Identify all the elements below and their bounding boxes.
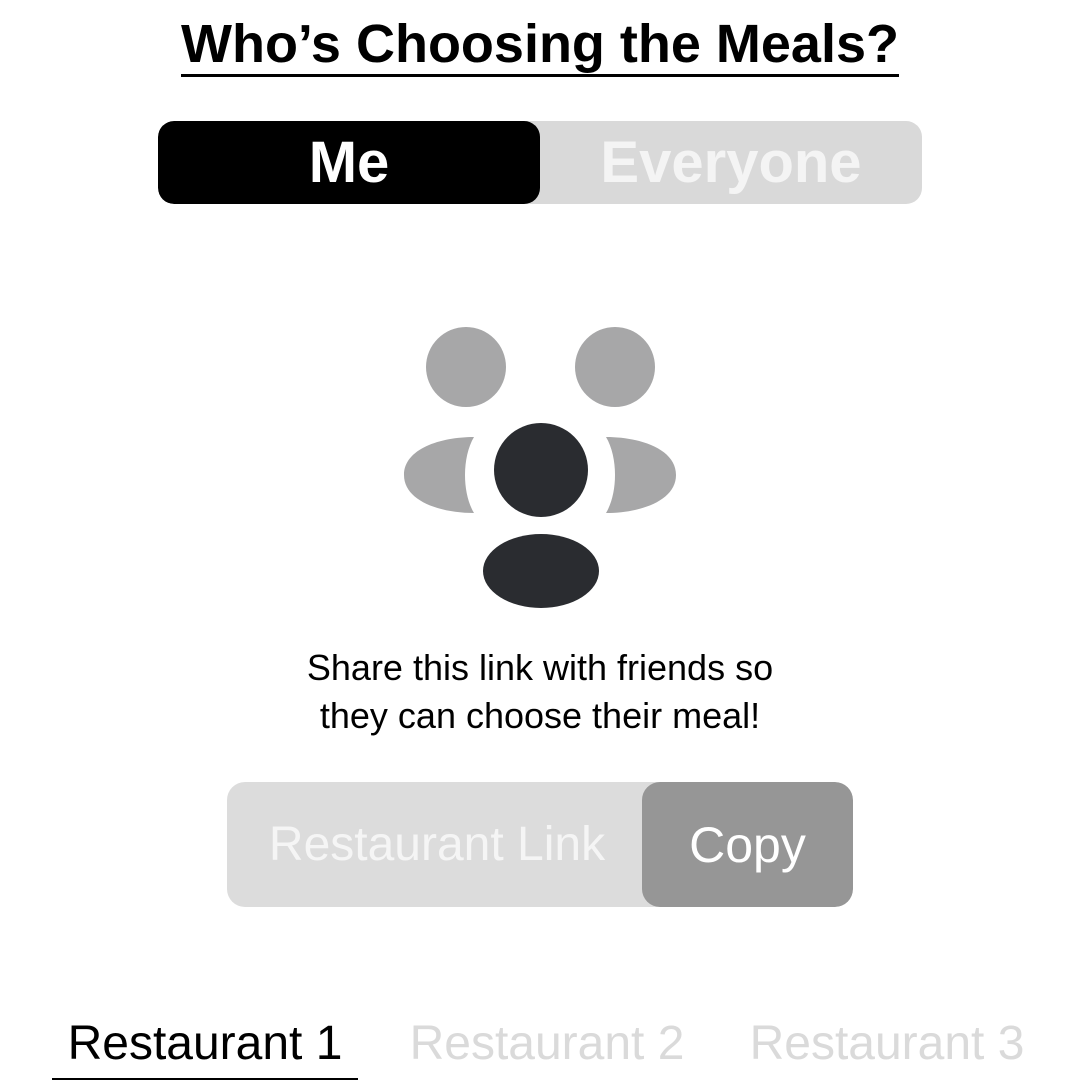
restaurant-tabs: Restaurant 1 Restaurant 2 Restaurant 3 bbox=[0, 1010, 1080, 1080]
chooser-option-everyone[interactable]: Everyone bbox=[540, 121, 922, 204]
left-side-body bbox=[404, 437, 474, 513]
share-message-line-1: Share this link with friends so bbox=[306, 647, 774, 688]
tab-restaurant-2[interactable]: Restaurant 2 bbox=[402, 1010, 692, 1078]
tab-restaurant-1[interactable]: Restaurant 1 bbox=[52, 1010, 358, 1080]
link-field: Restaurant Link Copy bbox=[227, 782, 853, 907]
center-head bbox=[494, 423, 588, 517]
tab-restaurant-3[interactable]: Restaurant 3 bbox=[742, 1010, 1032, 1078]
page-title-text: Who’s Choosing the Meals? bbox=[180, 14, 899, 77]
copy-button[interactable]: Copy bbox=[642, 782, 853, 907]
back-right-head bbox=[575, 327, 655, 407]
center-body bbox=[483, 534, 599, 608]
restaurant-link-field[interactable]: Restaurant Link bbox=[227, 782, 647, 907]
back-left-head bbox=[426, 327, 506, 407]
group-people-icon bbox=[400, 325, 680, 615]
right-side-body bbox=[606, 437, 676, 513]
page-title: Who’s Choosing the Meals? bbox=[0, 8, 1080, 80]
chooser-option-me[interactable]: Me bbox=[158, 121, 540, 204]
chooser-toggle: Me Everyone bbox=[158, 121, 922, 204]
share-message-line-2: they can choose their meal! bbox=[319, 695, 761, 736]
share-message: Share this link with friends so they can… bbox=[0, 644, 1080, 740]
page: Who’s Choosing the Meals? Me Everyone Sh… bbox=[0, 0, 1080, 1080]
